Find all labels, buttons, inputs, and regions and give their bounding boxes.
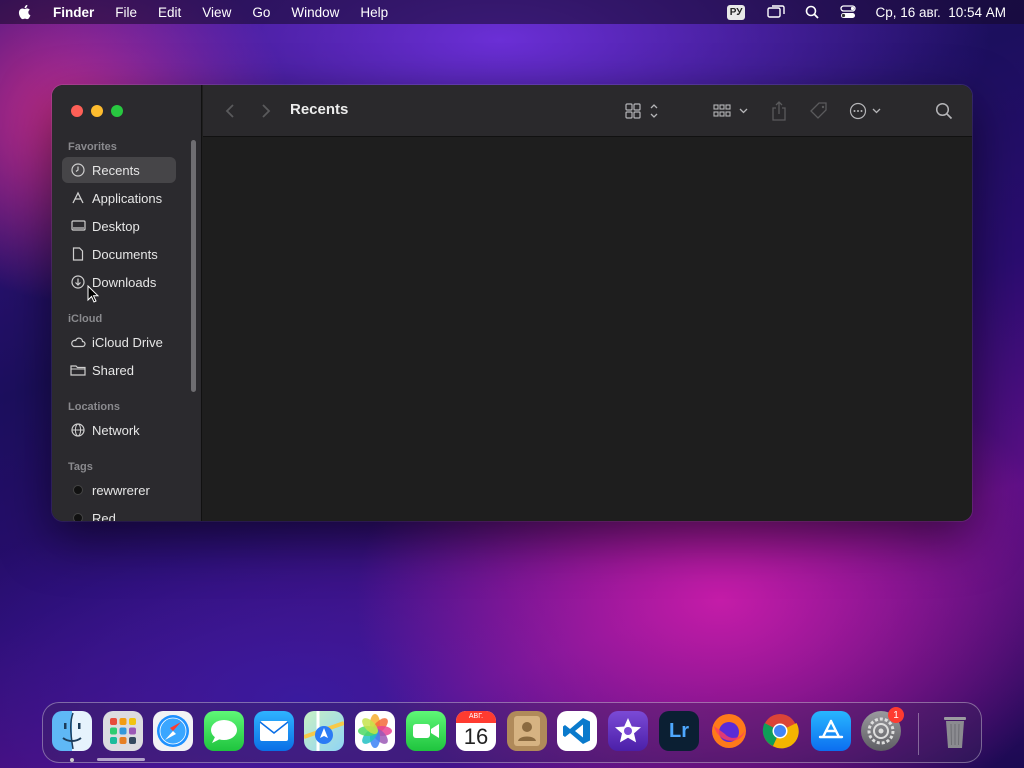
menu-window[interactable]: Window bbox=[291, 5, 339, 20]
sidebar-item-applications[interactable]: Applications bbox=[62, 185, 176, 211]
input-language-badge[interactable]: РУ bbox=[726, 4, 746, 20]
tag-icon[interactable] bbox=[809, 101, 829, 121]
icloud-section-title: iCloud bbox=[68, 313, 103, 325]
sidebar-item-label: Red bbox=[92, 510, 116, 522]
running-indicator bbox=[70, 758, 74, 762]
sidebar-item-label: Recents bbox=[92, 162, 140, 178]
menu-help[interactable]: Help bbox=[360, 5, 388, 20]
desktop-icon bbox=[70, 218, 86, 234]
dock: АВГ. 16 Lr 1 bbox=[42, 702, 982, 763]
clock-icon bbox=[70, 162, 86, 178]
sidebar-item-label: Desktop bbox=[92, 218, 140, 234]
menu-file[interactable]: File bbox=[115, 5, 137, 20]
dock-mail-icon[interactable] bbox=[254, 711, 294, 751]
dock-photos-icon[interactable] bbox=[355, 711, 395, 751]
menu-edit[interactable]: Edit bbox=[158, 5, 181, 20]
sidebar-item-shared[interactable]: Shared bbox=[62, 357, 176, 383]
menu-bar: Finder File Edit View Go Window Help РУ … bbox=[0, 0, 1024, 24]
download-icon bbox=[70, 274, 86, 290]
control-center-icon[interactable] bbox=[839, 4, 857, 20]
dock-scroll-indicator bbox=[97, 758, 145, 761]
dock-contacts-icon[interactable] bbox=[507, 711, 547, 751]
calendar-day: 16 bbox=[463, 724, 489, 749]
file-list-area[interactable] bbox=[203, 138, 972, 521]
sidebar-tag-rewwrerer[interactable]: rewwrerer bbox=[62, 477, 176, 503]
globe-icon bbox=[70, 422, 86, 438]
more-actions-icon[interactable] bbox=[849, 101, 885, 121]
cloud-icon bbox=[70, 334, 86, 350]
dock-vscode-icon[interactable] bbox=[557, 711, 597, 751]
mouse-cursor-icon bbox=[87, 285, 99, 303]
main-content: Recents bbox=[203, 85, 972, 521]
sidebar-item-label: Shared bbox=[92, 362, 134, 378]
tag-color-dot bbox=[70, 482, 86, 498]
forward-icon[interactable] bbox=[261, 101, 271, 121]
sidebar-item-label: Network bbox=[92, 422, 140, 438]
screen-mirror-icon[interactable] bbox=[767, 4, 786, 20]
calendar-month: АВГ. bbox=[456, 711, 496, 723]
dock-separator bbox=[918, 713, 919, 755]
sidebar-item-downloads[interactable]: Downloads bbox=[62, 269, 176, 295]
sidebar-item-icloud-drive[interactable]: iCloud Drive bbox=[62, 329, 176, 355]
locations-section-title: Locations bbox=[68, 401, 120, 413]
dock-imovie-icon[interactable] bbox=[608, 711, 648, 751]
sidebar: Favorites Recents Applications Desktop D… bbox=[52, 85, 202, 521]
favorites-section-title: Favorites bbox=[68, 141, 117, 153]
sidebar-tag-red[interactable]: Red bbox=[62, 505, 176, 521]
toolbar: Recents bbox=[203, 85, 972, 137]
applications-icon bbox=[70, 190, 86, 206]
close-button[interactable] bbox=[71, 105, 83, 117]
sidebar-item-documents[interactable]: Documents bbox=[62, 241, 176, 267]
dock-app-store-icon[interactable] bbox=[811, 711, 851, 751]
menubar-clock[interactable]: Ср, 16 авг. 10:54 AM bbox=[875, 5, 1006, 20]
sidebar-item-label: Downloads bbox=[92, 274, 157, 290]
sidebar-item-network[interactable]: Network bbox=[62, 417, 176, 443]
tags-section-title: Tags bbox=[68, 461, 93, 473]
finder-window: Favorites Recents Applications Desktop D… bbox=[52, 85, 972, 521]
dock-messages-icon[interactable] bbox=[204, 711, 244, 751]
dock-trash-icon[interactable] bbox=[935, 711, 975, 751]
dock-chrome-icon[interactable] bbox=[760, 711, 800, 751]
sidebar-item-recents[interactable]: Recents bbox=[62, 157, 176, 183]
dock-firefox-icon[interactable] bbox=[709, 711, 749, 751]
group-icon[interactable] bbox=[713, 101, 749, 121]
back-icon[interactable] bbox=[225, 101, 235, 121]
dock-lightroom-icon[interactable]: Lr bbox=[659, 711, 699, 751]
minimize-button[interactable] bbox=[91, 105, 103, 117]
sidebar-item-label: rewwrerer bbox=[92, 482, 150, 498]
window-title: Recents bbox=[290, 101, 349, 118]
tag-color-dot bbox=[70, 510, 86, 521]
sidebar-scrollbar[interactable] bbox=[191, 140, 196, 392]
notification-badge: 1 bbox=[888, 707, 904, 723]
spotlight-icon[interactable] bbox=[803, 4, 821, 20]
search-icon[interactable] bbox=[935, 101, 953, 121]
menu-go[interactable]: Go bbox=[252, 5, 270, 20]
dock-calendar-icon[interactable]: АВГ. 16 bbox=[456, 711, 496, 751]
apple-icon[interactable] bbox=[18, 4, 33, 20]
sidebar-item-label: Documents bbox=[92, 246, 158, 262]
dock-facetime-icon[interactable] bbox=[406, 711, 446, 751]
menu-app-name[interactable]: Finder bbox=[53, 5, 94, 20]
dock-safari-icon[interactable] bbox=[153, 711, 193, 751]
dock-maps-icon[interactable] bbox=[304, 711, 344, 751]
dock-launchpad-icon[interactable] bbox=[103, 711, 143, 751]
share-icon[interactable] bbox=[771, 101, 787, 121]
sidebar-item-label: Applications bbox=[92, 190, 163, 206]
document-icon bbox=[70, 246, 86, 262]
sidebar-item-label: iCloud Drive bbox=[92, 334, 163, 350]
dock-finder-icon[interactable] bbox=[52, 711, 92, 751]
shared-folder-icon bbox=[70, 362, 86, 378]
icon-view-icon[interactable] bbox=[625, 101, 661, 121]
sidebar-item-desktop[interactable]: Desktop bbox=[62, 213, 176, 239]
zoom-button[interactable] bbox=[111, 105, 123, 117]
menu-view[interactable]: View bbox=[202, 5, 231, 20]
